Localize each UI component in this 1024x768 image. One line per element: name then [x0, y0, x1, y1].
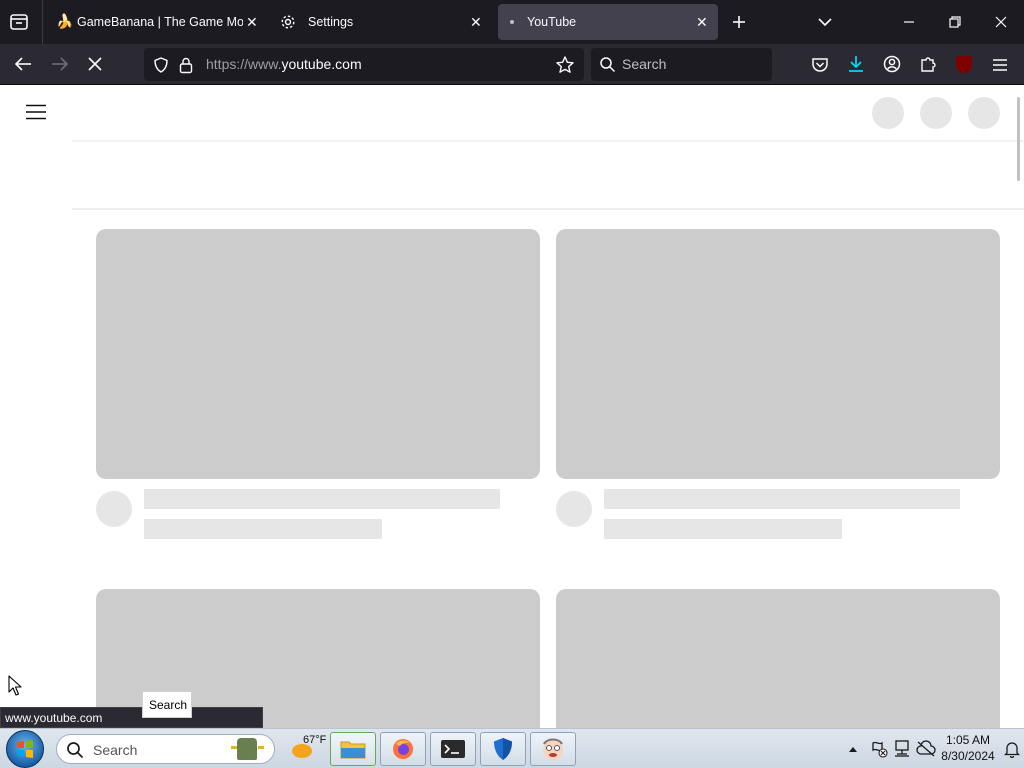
- plus-icon: [733, 16, 745, 28]
- app-taskbar-button[interactable]: [530, 732, 576, 766]
- video-thumbnail-skeleton: [556, 229, 1000, 479]
- windows-taskbar: Search 67°F 1:05 AM 8/30/2024: [0, 728, 1024, 768]
- shield-icon[interactable]: [152, 56, 170, 74]
- show-hidden-icons-icon[interactable]: [848, 745, 858, 753]
- cartoon-face-icon: [543, 738, 563, 760]
- navigation-toolbar: https://www.youtube.com Search: [0, 44, 1024, 85]
- cloud-sync-off-icon[interactable]: [916, 740, 936, 758]
- firefox-view-button[interactable]: [8, 11, 32, 33]
- firefox-view-icon: [10, 14, 28, 30]
- meta-skeleton: [604, 519, 842, 539]
- header-skeleton-circle: [872, 97, 904, 129]
- terminal-taskbar-button[interactable]: [430, 732, 476, 766]
- tab-settings[interactable]: Settings ✕: [272, 4, 490, 40]
- pocket-icon[interactable]: [810, 55, 830, 75]
- page-scrollbar[interactable]: [1017, 97, 1020, 181]
- taskbar-search-placeholder: Search: [93, 742, 138, 758]
- terminal-icon: [441, 740, 465, 758]
- windows-logo-icon: [17, 740, 33, 758]
- web-search-bar[interactable]: Search: [591, 48, 772, 81]
- guide-menu-icon[interactable]: [26, 104, 46, 120]
- tab-divider: [42, 0, 43, 44]
- gear-icon: [281, 15, 295, 29]
- url-host: youtube.com: [281, 56, 362, 72]
- weather-icon: [292, 744, 312, 758]
- firefox-taskbar-button[interactable]: [380, 732, 426, 766]
- extensions-puzzle-icon[interactable]: [918, 54, 938, 74]
- tab-label: YouTube: [527, 15, 577, 29]
- address-bar[interactable]: https://www.youtube.com: [144, 48, 584, 81]
- title-skeleton: [144, 489, 500, 509]
- file-explorer-taskbar-button[interactable]: [330, 732, 376, 766]
- restore-button[interactable]: [932, 0, 978, 44]
- list-all-tabs-button[interactable]: [814, 11, 838, 33]
- search-tooltip: Search: [142, 691, 192, 718]
- arrow-left-icon: [14, 57, 31, 71]
- video-thumbnail-skeleton: [556, 589, 1000, 728]
- chips-divider: [72, 208, 1024, 210]
- header-divider: [72, 140, 1024, 142]
- account-icon[interactable]: [882, 54, 902, 74]
- search-placeholder: Search: [622, 56, 667, 72]
- mouse-cursor-icon: [8, 675, 22, 696]
- clock-date: 8/30/2024: [941, 749, 995, 763]
- youtube-page: www.youtube.com Search: [0, 85, 1024, 728]
- tab-label: GameBanana | The Game Mod: [77, 15, 243, 29]
- weather-widget[interactable]: 67°F: [288, 732, 328, 766]
- shield-icon: [494, 738, 512, 760]
- start-button[interactable]: [6, 730, 44, 768]
- title-skeleton: [604, 489, 960, 509]
- search-icon: [67, 742, 84, 759]
- ublock-origin-icon[interactable]: [956, 56, 972, 73]
- tab-youtube[interactable]: YouTube ✕: [498, 4, 718, 40]
- network-icon[interactable]: [893, 739, 911, 758]
- close-icon: [995, 16, 1007, 28]
- restore-icon: [949, 16, 961, 28]
- url-text[interactable]: https://www.youtube.com: [206, 56, 362, 72]
- security-taskbar-button[interactable]: [480, 732, 526, 766]
- url-scheme: https://www.: [206, 56, 282, 72]
- meta-skeleton: [144, 519, 382, 539]
- tab-gamebanana[interactable]: 🍌 GameBanana | The Game Mod ✕: [48, 4, 266, 40]
- stop-icon: [88, 57, 102, 71]
- search-icon: [600, 57, 616, 73]
- forward-button[interactable]: [49, 53, 71, 80]
- tab-label: Settings: [308, 15, 354, 29]
- video-thumbnail-skeleton: [96, 229, 540, 479]
- download-icon[interactable]: [846, 54, 866, 74]
- taskbar-search-box[interactable]: Search: [56, 734, 275, 764]
- header-skeleton-circle: [968, 97, 1000, 129]
- hamburger-menu-icon[interactable]: [990, 55, 1010, 75]
- notification-bell-icon[interactable]: [1004, 740, 1020, 758]
- close-window-button[interactable]: [978, 0, 1024, 44]
- link-status-text: www.youtube.com: [5, 711, 103, 725]
- new-tab-button[interactable]: [728, 11, 752, 33]
- chevron-down-icon: [818, 18, 832, 27]
- clock[interactable]: 1:05 AM 8/30/2024: [938, 732, 998, 766]
- back-button[interactable]: [12, 53, 34, 80]
- folder-icon: [340, 741, 366, 759]
- close-tab-icon[interactable]: ✕: [246, 15, 258, 29]
- clock-time: 1:05 AM: [945, 733, 991, 747]
- banana-icon: 🍌: [56, 13, 74, 29]
- minimize-button[interactable]: [886, 0, 932, 44]
- header-skeleton-circle: [920, 97, 952, 129]
- tooltip-text: Search: [149, 698, 188, 712]
- arrow-right-icon: [52, 57, 69, 71]
- channel-avatar-skeleton: [556, 491, 592, 527]
- firefox-icon: [393, 739, 413, 759]
- link-status-panel: www.youtube.com: [0, 707, 263, 728]
- browser-tab-strip: 🍌 GameBanana | The Game Mod ✕ Settings ✕…: [0, 0, 1024, 44]
- close-tab-icon[interactable]: ✕: [470, 15, 482, 29]
- loading-dot-icon: [510, 20, 514, 24]
- minimize-icon: [904, 21, 914, 23]
- action-center-flag-icon[interactable]: [870, 740, 888, 758]
- lock-icon[interactable]: [178, 56, 194, 74]
- bookmark-star-icon[interactable]: [555, 55, 575, 75]
- close-tab-icon[interactable]: ✕: [696, 15, 708, 29]
- weather-temp: 67°F: [303, 734, 327, 746]
- stop-loading-button[interactable]: [84, 53, 106, 80]
- search-highlight-icon: [231, 738, 265, 760]
- channel-avatar-skeleton: [96, 491, 132, 527]
